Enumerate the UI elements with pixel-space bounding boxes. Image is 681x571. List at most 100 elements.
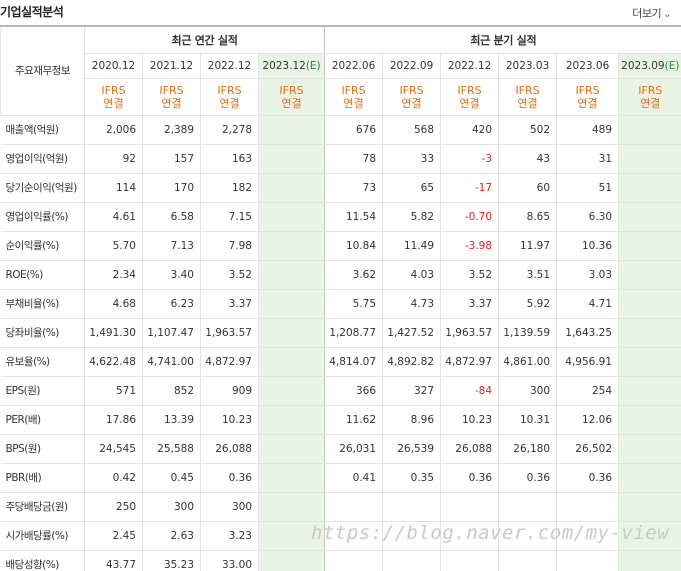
row-label: 시가배당률(%) xyxy=(0,521,85,551)
annual-value-cell: 13.39 xyxy=(142,405,201,435)
annual-value-cell: 2.34 xyxy=(84,260,143,290)
quarterly-value-cell xyxy=(382,491,441,522)
ifrs-line2: 연결 xyxy=(219,96,240,110)
more-button[interactable]: 더보기 ⌄ xyxy=(632,5,671,21)
quarterly-value-cell: 4,861.00 xyxy=(498,347,557,377)
row-label: ROE(%) xyxy=(0,260,85,290)
quarterly-value-cell: 676 xyxy=(324,115,383,145)
quarterly-value-cell xyxy=(618,144,681,174)
quarterly-value-cell: 327 xyxy=(382,375,441,406)
ifrs-line1: IFRS xyxy=(101,83,126,97)
quarterly-value-cell: 26,180 xyxy=(498,434,557,464)
table-row: 주당배당금(원) 250 300 300 xyxy=(0,491,681,522)
annual-period-header: 2022.12 xyxy=(200,53,259,79)
quarterly-value-cell: 11.54 xyxy=(324,201,383,232)
annual-value-cell xyxy=(257,201,325,232)
quarterly-value-cell: 3.52 xyxy=(440,260,499,290)
ifrs-header-row: IFRS 연결 IFRS 연결 IFRS 연결 IFRS 연결 IFRS 연결 IFRS 연결 IFRS… xyxy=(1,78,681,116)
annual-value-cell: 909 xyxy=(200,375,259,406)
row-label: 유보율(%) xyxy=(0,347,85,377)
quarterly-value-cell: -3 xyxy=(440,144,499,174)
quarterly-value-cell: 0.35 xyxy=(382,463,441,493)
annual-period-header: 2021.12 xyxy=(142,53,201,79)
table-body: 매출액(억원) 2,006 2,389 2,278 676 568 420 502 489 영업이… xyxy=(0,115,681,571)
quarterly-value-cell: 43 xyxy=(498,144,557,174)
annual-value-cell: 25,588 xyxy=(142,434,201,464)
quarterly-value-cell xyxy=(618,521,681,551)
ifrs-line1: IFRS xyxy=(638,83,663,97)
quarterly-value-cell: 11.62 xyxy=(324,405,383,435)
annual-value-cell: 157 xyxy=(142,144,201,174)
annual-value-cell xyxy=(257,434,325,464)
table-row: 순이익률(%) 5.70 7.13 7.98 10.84 11.49 -3.98 11.97 1… xyxy=(0,231,681,261)
quarterly-value-cell xyxy=(618,318,681,348)
table-row: EPS(원) 571 852 909 366 327 -84 300 254 xyxy=(0,375,681,406)
row-label: 매출액(억원) xyxy=(0,115,85,145)
annual-value-cell: 1,491.30 xyxy=(84,318,143,348)
quarterly-value-cell: -84 xyxy=(440,375,499,406)
row-label: 당기순이익(억원) xyxy=(0,173,85,203)
annual-value-cell: 26,088 xyxy=(200,434,259,464)
ifrs-line2: 연결 xyxy=(517,96,538,110)
ifrs-label: IFRS 연결 xyxy=(324,78,383,116)
estimate-mark: (E) xyxy=(664,59,680,72)
table-row: 영업이익률(%) 4.61 6.58 7.15 11.54 5.82 -0.70 8.65 6.… xyxy=(0,201,681,232)
quarterly-value-cell: 12.06 xyxy=(556,405,619,435)
annual-value-cell: 1,107.47 xyxy=(142,318,201,348)
ifrs-label: IFRS 연결 xyxy=(257,78,325,116)
quarterly-value-cell: 1,963.57 xyxy=(440,318,499,348)
annual-value-cell: 571 xyxy=(84,375,143,406)
quarterly-value-cell: 10.84 xyxy=(324,231,383,261)
quarterly-value-cell: 33 xyxy=(382,144,441,174)
quarterly-value-cell: 3.37 xyxy=(440,288,499,319)
quarterly-value-cell: -3.98 xyxy=(440,231,499,261)
row-label: 영업이익률(%) xyxy=(0,201,85,232)
row-label: 배당성향(%) xyxy=(0,550,85,571)
period-label: 2020.12 xyxy=(91,59,136,72)
quarterly-value-cell: 5.82 xyxy=(382,201,441,232)
annual-value-cell: 3.52 xyxy=(200,260,259,290)
quarterly-value-cell xyxy=(618,260,681,290)
ifrs-line1: IFRS xyxy=(399,83,424,97)
annual-value-cell: 4,872.97 xyxy=(200,347,259,377)
annual-value-cell: 1,963.57 xyxy=(200,318,259,348)
annual-value-cell: 300 xyxy=(200,491,259,522)
quarterly-value-cell xyxy=(618,115,681,145)
quarterly-value-cell xyxy=(618,173,681,203)
quarterly-value-cell: 1,208.77 xyxy=(324,318,383,348)
quarterly-value-cell: 0.41 xyxy=(324,463,383,493)
ifrs-line1: IFRS xyxy=(457,83,482,97)
quarterly-value-cell: 11.49 xyxy=(382,231,441,261)
ifrs-line2: 연결 xyxy=(401,96,422,110)
annual-value-cell: 250 xyxy=(84,491,143,522)
annual-value-cell xyxy=(257,491,325,522)
ifrs-label: IFRS 연결 xyxy=(142,78,201,116)
row-label: 순이익률(%) xyxy=(0,231,85,261)
annual-value-cell: 182 xyxy=(200,173,259,203)
annual-value-cell: 17.86 xyxy=(84,405,143,435)
quarterly-value-cell: 8.96 xyxy=(382,405,441,435)
table-row: 시가배당률(%) 2.45 2.63 3.23 xyxy=(0,521,681,551)
quarterly-value-cell: 1,643.25 xyxy=(556,318,619,348)
annual-value-cell: 6.58 xyxy=(142,201,201,232)
quarterly-value-cell: 10.36 xyxy=(556,231,619,261)
period-header-row: 2020.12 2021.12 2022.12 2023.12(E) 2022.06 20… xyxy=(1,53,681,79)
row-label: 당좌비율(%) xyxy=(0,318,85,348)
estimate-mark: (E) xyxy=(305,59,321,72)
quarterly-period-header: 2023.06 xyxy=(556,53,619,79)
annual-value-cell: 35.23 xyxy=(142,550,201,571)
annual-value-cell: 300 xyxy=(142,491,201,522)
row-label: BPS(원) xyxy=(0,434,85,464)
ifrs-line1: IFRS xyxy=(575,83,600,97)
annual-value-cell xyxy=(257,260,325,290)
quarterly-value-cell xyxy=(498,550,557,571)
table-row: 영업이익(억원) 92 157 163 78 33 -3 43 31 xyxy=(0,144,681,174)
period-label: 2023.03 xyxy=(505,59,550,72)
annual-value-cell: 24,545 xyxy=(84,434,143,464)
quarterly-value-cell: 31 xyxy=(556,144,619,174)
quarterly-value-cell xyxy=(440,491,499,522)
ifrs-line2: 연결 xyxy=(103,96,124,110)
quarterly-value-cell: -17 xyxy=(440,173,499,203)
ifrs-label: IFRS 연결 xyxy=(200,78,259,116)
quarterly-value-cell: 568 xyxy=(382,115,441,145)
